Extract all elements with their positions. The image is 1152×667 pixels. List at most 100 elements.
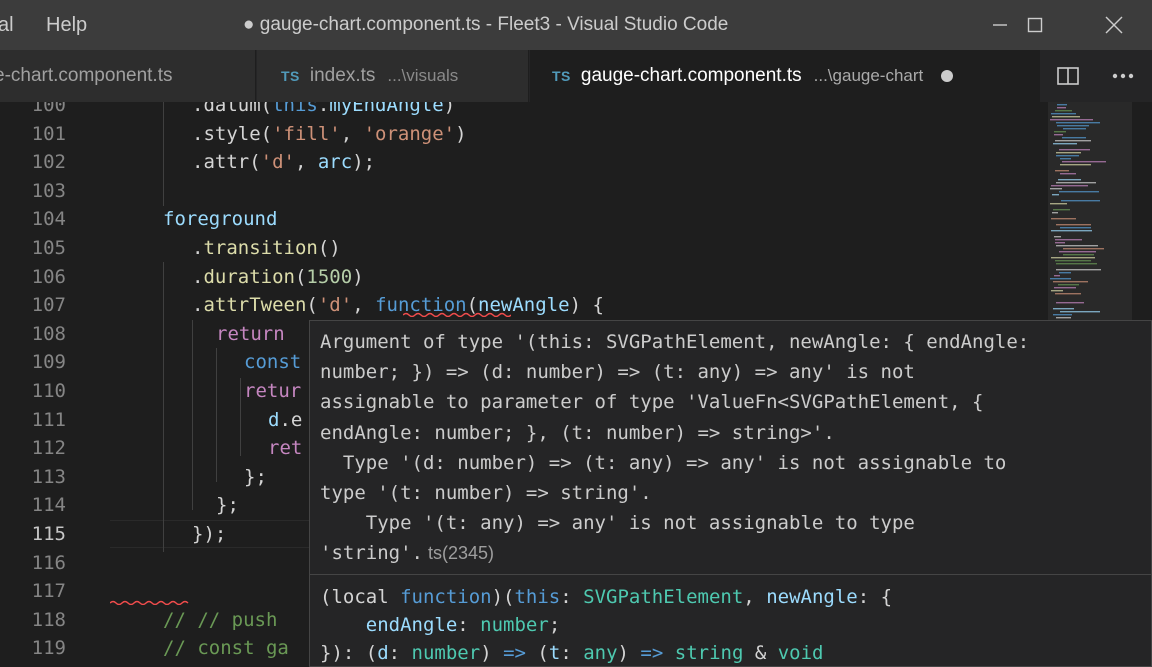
error-squiggle — [110, 600, 189, 605]
signature-token: }): ( — [320, 642, 378, 664]
signature-token: : — [388, 642, 412, 664]
line-number[interactable]: 108 — [0, 320, 66, 348]
split-editor-button[interactable] — [1045, 50, 1091, 102]
line-number[interactable]: 104 — [0, 205, 66, 233]
maximize-button[interactable] — [1000, 0, 1070, 50]
code-token: . — [192, 237, 204, 259]
line-number[interactable]: 114 — [0, 491, 66, 519]
line-number[interactable]: 106 — [0, 263, 66, 291]
tab-label: index.ts — [309, 65, 376, 86]
minimap-line — [1060, 311, 1100, 313]
code-token: ( — [306, 294, 318, 317]
code-line[interactable]: .transition() — [192, 234, 341, 262]
line-number[interactable]: 116 — [0, 549, 66, 577]
minimap-line — [1062, 161, 1106, 163]
line-number[interactable]: 107 — [0, 291, 66, 319]
line-number[interactable]: 117 — [0, 577, 66, 605]
more-actions-button[interactable] — [1100, 50, 1146, 102]
code-line[interactable]: // const ga — [163, 634, 289, 662]
code-token: return — [216, 322, 285, 345]
code-line[interactable]: ret — [268, 434, 302, 462]
code-token: }; — [244, 465, 267, 488]
diagnostic-text: type '(t: number) => string'. — [320, 482, 652, 505]
code-line[interactable]: .style('fill', 'orange') — [192, 120, 467, 148]
code-token: .style( — [192, 122, 273, 145]
code-token: retur — [244, 380, 302, 402]
minimap-line — [1056, 122, 1100, 124]
signature-token — [663, 642, 674, 664]
minimap-line — [1056, 245, 1098, 247]
code-line[interactable]: d.e — [268, 406, 302, 434]
line-number[interactable]: 118 — [0, 606, 66, 634]
line-number[interactable]: 119 — [0, 634, 66, 662]
minimap-line — [1051, 185, 1088, 187]
signature-line: (local function)(this: SVGPathElement, n… — [320, 583, 1151, 611]
minimap-line — [1054, 287, 1076, 289]
code-token: foreground — [163, 208, 278, 231]
code-token: . — [192, 265, 204, 288]
indent-guide — [192, 320, 193, 510]
tab-partial[interactable]: e-chart.component.ts — [0, 50, 256, 102]
diagnostic-text: Type '(t: any) => any' is not assignable… — [320, 512, 915, 535]
code-token: transition — [203, 237, 318, 259]
code-line[interactable]: .datum(this.myEndAngle) — [192, 102, 455, 119]
code-line[interactable]: .attrTween('d', function(newAngle) { — [192, 291, 604, 319]
error-code[interactable]: ts(2345) — [423, 543, 494, 563]
code-line[interactable]: .attr('d', arc); — [192, 148, 375, 176]
menu-help[interactable]: Help — [46, 14, 87, 37]
tab-gauge-chart-component[interactable]: TS gauge-chart.component.ts ...\gauge-ch… — [530, 50, 1040, 102]
code-line[interactable]: retur — [244, 377, 301, 405]
minimap-line — [1054, 134, 1063, 136]
line-number[interactable]: 109 — [0, 348, 66, 376]
indent-guide — [240, 378, 241, 456]
typescript-icon: TS — [281, 68, 300, 84]
code-line[interactable]: }; — [216, 491, 239, 519]
diagnostic-text: assignable to parameter of type 'ValueFn… — [320, 391, 984, 414]
line-number[interactable]: 111 — [0, 406, 66, 434]
line-number[interactable]: 112 — [0, 434, 66, 462]
signature-token: : — [560, 586, 584, 608]
minimap-line — [1061, 200, 1100, 202]
close-button[interactable] — [1079, 0, 1149, 50]
line-number[interactable]: 110 — [0, 377, 66, 405]
code-token: ) { — [569, 294, 604, 317]
code-token: duration — [203, 265, 295, 288]
code-line[interactable]: foreground — [163, 205, 277, 233]
code-token: ( — [294, 265, 307, 288]
line-number[interactable]: 101 — [0, 120, 66, 148]
minimap-line — [1057, 107, 1066, 109]
tab-index-ts[interactable]: TS index.ts ...\visuals — [257, 50, 529, 102]
line-number[interactable]: 113 — [0, 463, 66, 491]
line-number[interactable]: 102 — [0, 148, 66, 176]
diagnostic-line: number; }) => (d: number) => (t: any) =>… — [320, 357, 1151, 387]
code-line[interactable]: .duration(1500) — [192, 263, 364, 291]
line-number[interactable]: 105 — [0, 234, 66, 262]
menu-selection[interactable]: al — [0, 14, 14, 37]
code-token: .attr( — [192, 151, 261, 174]
line-number-gutter[interactable]: 100 101 102 103 104 105 106 107 108 109 110 111 112 1… — [0, 102, 90, 667]
code-token: , — [294, 151, 318, 174]
line-number[interactable]: 103 — [0, 177, 66, 205]
code-line[interactable]: const — [244, 348, 301, 376]
minimap-line — [1055, 260, 1091, 262]
hover-tooltip: Argument of type '(this: SVGPathElement,… — [309, 320, 1152, 667]
code-line[interactable]: // // push — [163, 606, 277, 634]
line-number[interactable]: 100 — [0, 102, 66, 119]
code-token: 'd' — [317, 294, 353, 317]
line-number[interactable]: 115 — [0, 520, 66, 548]
code-line[interactable]: }; — [244, 463, 267, 491]
minimap-line — [1060, 164, 1091, 166]
code-token: ) — [352, 265, 364, 288]
minimap-line — [1055, 110, 1072, 112]
indent-guide — [163, 102, 164, 206]
code-token: arc — [317, 151, 353, 174]
code-line[interactable]: return — [216, 320, 285, 348]
code-line[interactable]: }); — [192, 520, 226, 548]
code-token: }; — [216, 494, 239, 517]
code-token: }); — [192, 523, 227, 545]
signature-token: => — [503, 642, 526, 664]
dirty-dot-icon[interactable] — [941, 70, 954, 82]
code-token: // // push — [163, 608, 278, 631]
code-token: () — [317, 237, 341, 259]
diagnostic-line: type '(t: number) => string'. — [320, 478, 1151, 508]
